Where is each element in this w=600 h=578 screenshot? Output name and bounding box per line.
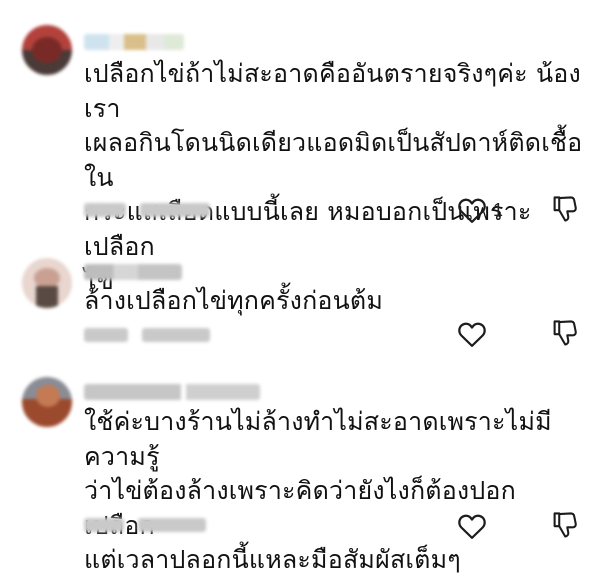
comment-text: ใช้ค่ะบางร้านไม่ล้างทำไม่สะอาดเพราะไม่มี… (84, 407, 552, 574)
thumbs-down-icon (553, 320, 577, 346)
like-button[interactable] (457, 512, 493, 540)
username-redacted[interactable] (84, 384, 260, 400)
comment-text: เปลือกไข่ถ้าไม่สะอาดคืออันตรายจริงๆค่ะ น… (84, 59, 583, 295)
heart-icon (458, 322, 486, 347)
like-count: 1 (493, 199, 504, 220)
username-redacted[interactable] (84, 264, 182, 280)
comment-text: ล้างเปลือกไข่ทุกครั้งก่อนต้ม (84, 286, 384, 315)
comment-meta-redacted (84, 203, 210, 217)
thumbs-down-icon (553, 512, 577, 538)
dislike-button[interactable] (551, 318, 579, 352)
username-redacted[interactable] (84, 34, 184, 50)
heart-icon (458, 198, 486, 223)
dislike-button[interactable] (551, 510, 579, 544)
heart-icon (458, 514, 486, 539)
comment-meta-redacted (84, 328, 210, 342)
avatar[interactable] (22, 258, 72, 308)
avatar[interactable] (22, 377, 72, 427)
like-button[interactable] (457, 320, 493, 348)
like-button[interactable]: 1 (457, 196, 503, 224)
dislike-button[interactable] (551, 194, 579, 228)
thumbs-down-icon (553, 196, 577, 222)
avatar[interactable] (22, 25, 72, 75)
comment-meta-redacted (84, 518, 206, 532)
